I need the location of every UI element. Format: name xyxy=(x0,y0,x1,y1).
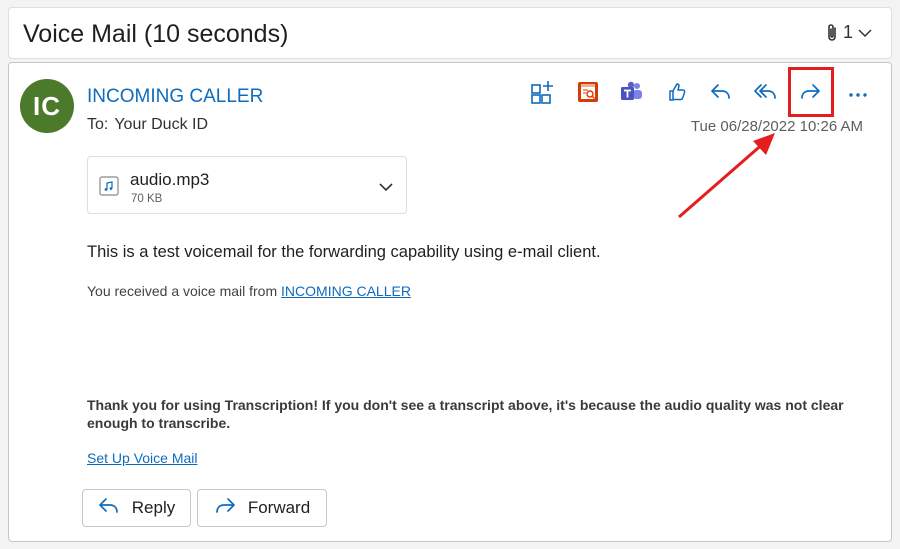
reply-label: Reply xyxy=(131,498,176,517)
sender-name[interactable]: INCOMING CALLER xyxy=(87,86,263,108)
apps-add-icon xyxy=(530,79,556,110)
more-icon xyxy=(848,85,868,103)
attachments-toggle[interactable]: 1 xyxy=(825,22,873,43)
apps-add-button[interactable] xyxy=(528,79,558,109)
reply-button-toolbar[interactable] xyxy=(706,79,736,109)
attachment-count: 1 xyxy=(842,22,853,42)
forward-label: Forward xyxy=(247,498,311,517)
calendar-addin-button[interactable] xyxy=(573,79,603,109)
paperclip-icon xyxy=(825,23,839,43)
chevron-down-icon xyxy=(857,28,873,38)
recipient-line: To: Your Duck ID xyxy=(87,116,214,134)
more-actions-button[interactable] xyxy=(843,79,873,109)
annotation-arrow-icon xyxy=(678,133,775,219)
reply-button[interactable]: Reply xyxy=(82,489,191,527)
reply-all-icon xyxy=(753,82,779,107)
avatar[interactable]: IC xyxy=(20,79,74,133)
message-card: IC INCOMING CALLER To: Your Duck ID Tue 0… xyxy=(8,62,892,542)
subject-bar: Voice Mail (10 seconds) 1 xyxy=(8,7,892,59)
teams-icon xyxy=(620,81,644,108)
forward-button[interactable]: Forward xyxy=(197,489,327,527)
caller-link[interactable]: INCOMING CALLER xyxy=(281,283,411,299)
setup-voicemail-link[interactable]: Set Up Voice Mail xyxy=(87,450,198,466)
attachment-card[interactable]: audio.mp3 70 KB xyxy=(87,156,407,214)
received-line: You received a voice mail from INCOMING … xyxy=(87,283,411,299)
recipient-name[interactable]: Your Duck ID xyxy=(114,116,208,133)
reply-icon xyxy=(98,497,120,520)
calendar-icon xyxy=(577,81,599,108)
reply-all-button[interactable] xyxy=(751,79,781,109)
like-icon xyxy=(666,81,688,108)
timestamp: Tue 06/28/2022 10:26 AM xyxy=(690,118,863,135)
attachment-name: audio.mp3 xyxy=(130,170,210,189)
like-button[interactable] xyxy=(662,79,692,109)
email-subject: Voice Mail (10 seconds) xyxy=(23,20,289,48)
chevron-down-icon[interactable] xyxy=(378,179,394,197)
reply-icon xyxy=(709,82,733,107)
teams-button[interactable] xyxy=(617,79,647,109)
received-prefix: You received a voice mail from xyxy=(87,283,278,299)
transcription-notice: Thank you for using Transcription! If yo… xyxy=(87,397,844,431)
forward-icon xyxy=(214,497,236,520)
message-body-text: This is a test voicemail for the forward… xyxy=(87,243,601,261)
attachment-size: 70 KB xyxy=(131,193,163,205)
to-label: To: xyxy=(87,116,109,133)
audio-file-icon xyxy=(99,176,119,201)
forward-highlight-annotation xyxy=(788,67,834,117)
